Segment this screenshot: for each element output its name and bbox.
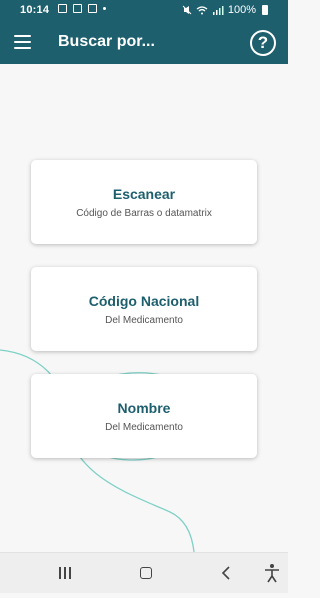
option-subtitle: Del Medicamento [105, 422, 183, 433]
option-subtitle: Código de Barras o datamatrix [76, 208, 212, 219]
home-icon[interactable] [126, 553, 166, 593]
system-nav-bar [0, 552, 288, 593]
check-notification-icon [88, 4, 97, 13]
status-bar: 10:14 100% [0, 0, 288, 22]
system-status-icons: 100% [182, 4, 268, 16]
hamburger-menu-icon[interactable] [14, 35, 31, 49]
accessibility-icon[interactable] [252, 553, 292, 593]
app-bar: Buscar por... ? [0, 22, 288, 64]
option-card-escanear[interactable]: Escanear Código de Barras o datamatrix [31, 160, 257, 244]
notification-icons [58, 4, 106, 13]
more-notifications-dot-icon [103, 7, 106, 10]
back-chevron-icon[interactable] [206, 553, 246, 593]
option-card-codigo-nacional[interactable]: Código Nacional Del Medicamento [31, 267, 257, 351]
recents-icon[interactable] [46, 553, 86, 593]
wifi-icon [196, 6, 208, 15]
main-content: Escanear Código de Barras o datamatrix C… [0, 64, 288, 552]
image-notification-icon [58, 4, 67, 13]
signal-icon [212, 6, 224, 15]
option-title: Código Nacional [88, 293, 200, 309]
option-title: Escanear [112, 186, 176, 202]
option-subtitle: Del Medicamento [105, 315, 183, 326]
option-title: Nombre [117, 400, 171, 416]
help-icon[interactable]: ? [250, 30, 276, 56]
battery-icon [262, 5, 268, 15]
mute-icon [182, 5, 192, 15]
page-title: Buscar por... [58, 33, 155, 50]
option-card-nombre[interactable]: Nombre Del Medicamento [31, 374, 257, 458]
bag-notification-icon [73, 4, 82, 13]
battery-percent: 100% [227, 4, 256, 16]
status-time: 10:14 [20, 4, 50, 16]
